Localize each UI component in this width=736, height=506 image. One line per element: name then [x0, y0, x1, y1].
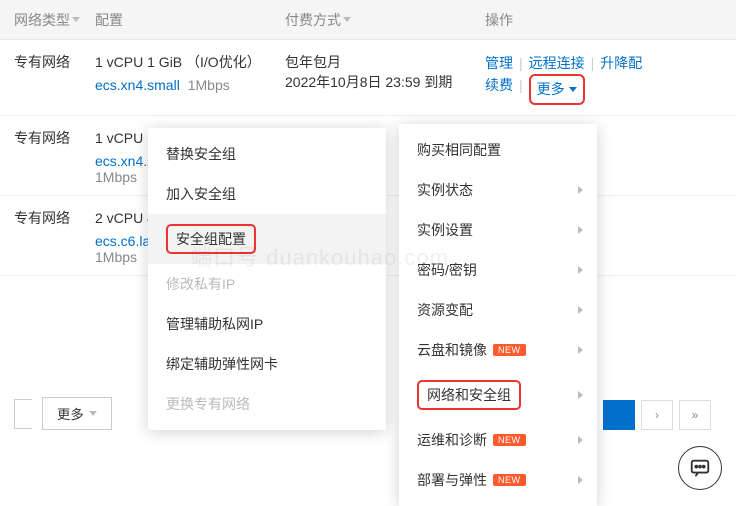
separator: |	[519, 74, 523, 104]
mi-password-key[interactable]: 密码/密钥	[399, 250, 597, 290]
chat-button[interactable]	[678, 446, 722, 490]
chevron-right-icon	[578, 476, 583, 484]
chevron-down-icon	[343, 17, 351, 22]
op-renew[interactable]: 续费	[485, 74, 513, 104]
mi-label: 运维和诊断 NEW	[417, 430, 526, 450]
col-header-label: 网络类型	[14, 10, 70, 30]
new-badge: NEW	[493, 344, 526, 356]
more-dropdown: 购买相同配置 实例状态 实例设置 密码/密钥 资源变配 云盘和镜像 NEW 网络…	[399, 124, 597, 506]
chevron-down-icon	[89, 411, 97, 416]
mi-sg-config[interactable]: 安全组配置	[148, 214, 386, 264]
op-more-highlighted[interactable]: 更多	[529, 74, 585, 104]
col-header-network[interactable]: 网络类型	[0, 10, 95, 30]
mi-label: 部署与弹性 NEW	[417, 470, 526, 490]
mi-resource-change[interactable]: 资源变配	[399, 290, 597, 330]
chevron-right-icon	[578, 436, 583, 444]
op-updown[interactable]: 升降配	[600, 52, 642, 74]
chevron-right-icon	[578, 186, 583, 194]
chevron-down-icon	[72, 17, 80, 22]
separator: |	[591, 52, 595, 74]
cell-payment: 包年包月 2022年10月8日 23:59 到期	[285, 52, 485, 92]
mi-ops-diag[interactable]: 运维和诊断 NEW	[399, 420, 597, 460]
mi-instance-settings[interactable]: 实例设置	[399, 210, 597, 250]
new-badge: NEW	[493, 474, 526, 486]
col-header-config: 配置	[95, 10, 285, 30]
new-badge: NEW	[493, 434, 526, 446]
payment-type: 包年包月	[285, 52, 485, 72]
op-more-label: 更多	[537, 78, 565, 100]
cell-network: 专有网络	[0, 52, 95, 72]
submenu-security-group: 替换安全组 加入安全组 安全组配置 修改私有IP 管理辅助私网IP 绑定辅助弹性…	[148, 128, 386, 430]
mi-label: 购买相同配置	[417, 140, 501, 160]
mi-label: 实例状态	[417, 180, 473, 200]
op-manage[interactable]: 管理	[485, 52, 513, 74]
bottom-bar: 更多	[14, 397, 112, 430]
mi-modify-private-ip: 修改私有IP	[148, 264, 386, 304]
mi-disk-image[interactable]: 云盘和镜像 NEW	[399, 330, 597, 370]
payment-expire: 2022年10月8日 23:59 到期	[285, 72, 485, 92]
mi-aux-private-ip[interactable]: 管理辅助私网IP	[148, 304, 386, 344]
mi-label: 资源变配	[417, 300, 473, 320]
chevron-right-icon	[578, 346, 583, 354]
chevron-right-icon: ›	[655, 408, 659, 422]
page-next[interactable]: ›	[641, 400, 673, 430]
mi-replace-sg[interactable]: 替换安全组	[148, 134, 386, 174]
table-row: 专有网络 1 vCPU 1 GiB （I/O优化） ecs.xn4.small …	[0, 40, 736, 116]
pagination: › »	[603, 400, 711, 430]
chat-icon	[689, 457, 711, 479]
chevron-down-icon	[569, 87, 577, 92]
bulk-more-label: 更多	[57, 404, 84, 423]
mi-join-sg[interactable]: 加入安全组	[148, 174, 386, 214]
chevron-double-right-icon: »	[692, 408, 699, 422]
mi-sg-config-highlight: 安全组配置	[166, 224, 256, 254]
col-header-label: 配置	[95, 10, 123, 30]
config-spec: 1 vCPU 1 GiB （I/O优化）	[95, 52, 285, 73]
bandwidth: 1Mbps	[188, 77, 230, 93]
mi-label: 密码/密钥	[417, 260, 477, 280]
col-header-label: 操作	[485, 10, 513, 30]
mi-deploy-elastic[interactable]: 部署与弹性 NEW	[399, 460, 597, 500]
chevron-right-icon	[578, 306, 583, 314]
mi-bind-eni[interactable]: 绑定辅助弹性网卡	[148, 344, 386, 384]
cell-network: 专有网络	[0, 208, 95, 228]
cell-network: 专有网络	[0, 128, 95, 148]
page-last[interactable]: »	[679, 400, 711, 430]
chevron-right-icon	[578, 266, 583, 274]
col-header-ops: 操作	[485, 10, 736, 30]
chevron-right-icon	[578, 391, 583, 399]
bulk-more-button[interactable]: 更多	[42, 397, 112, 430]
mi-network-sg-highlight: 网络和安全组	[417, 380, 521, 410]
col-header-payment[interactable]: 付费方式	[285, 10, 485, 30]
mi-change-vpc: 更换专有网络	[148, 384, 386, 424]
table-header: 网络类型 配置 付费方式 操作	[0, 0, 736, 40]
mi-network-sg[interactable]: 网络和安全组	[399, 370, 597, 420]
col-header-label: 付费方式	[285, 10, 341, 30]
separator: |	[519, 52, 523, 74]
cell-ops: 管理 | 远程连接 | 升降配 续费 | 更多	[485, 52, 736, 105]
chevron-right-icon	[578, 226, 583, 234]
mi-label: 云盘和镜像 NEW	[417, 340, 526, 360]
cell-config: 1 vCPU 1 GiB （I/O优化） ecs.xn4.small 1Mbps	[95, 52, 285, 93]
page-current[interactable]	[603, 400, 635, 430]
mi-instance-status[interactable]: 实例状态	[399, 170, 597, 210]
mi-label: 实例设置	[417, 220, 473, 240]
instance-type-link[interactable]: ecs.xn4.small	[95, 77, 180, 93]
op-remote[interactable]: 远程连接	[529, 52, 585, 74]
mi-buy-same[interactable]: 购买相同配置	[399, 130, 597, 170]
